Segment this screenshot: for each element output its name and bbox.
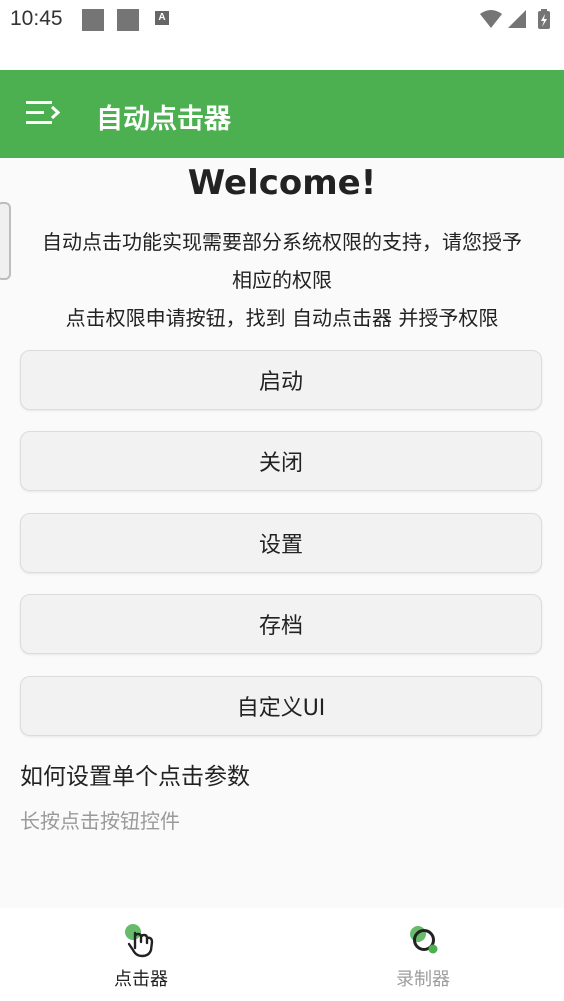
- recorder-icon: [410, 926, 438, 954]
- settings-button[interactable]: 设置: [20, 513, 542, 573]
- notification-square-icon: [117, 9, 139, 31]
- description-line: 点击权限申请按钮，找到 自动点击器 并授予权限: [65, 306, 499, 330]
- custom-ui-button[interactable]: 自定义UI: [20, 676, 542, 736]
- status-time: 10:45: [10, 7, 63, 30]
- tap-hand-icon: [125, 924, 154, 958]
- notification-square-icon: [82, 9, 104, 31]
- wifi-icon: [480, 10, 502, 28]
- nav-label-clicker: 点击器: [114, 969, 168, 990]
- description-line: 相应的权限: [232, 268, 332, 292]
- nav-item-clicker[interactable]: 点击器: [0, 908, 282, 1001]
- notification-a-icon: A: [155, 11, 169, 25]
- app-title: 自动点击器: [96, 104, 231, 135]
- app-bar: 自动点击器: [0, 70, 564, 158]
- nav-label-recorder: 录制器: [396, 969, 450, 990]
- battery-icon: [538, 9, 550, 29]
- status-icons: [480, 9, 550, 29]
- close-button[interactable]: 关闭: [20, 431, 542, 491]
- status-bar: 10:45 A: [0, 0, 564, 70]
- nav-item-recorder[interactable]: 录制器: [282, 908, 564, 1001]
- signal-icon: [508, 10, 526, 28]
- help-title: 如何设置单个点击参数: [20, 764, 250, 790]
- welcome-heading: Welcome!: [187, 163, 377, 203]
- menu-icon[interactable]: [26, 98, 60, 128]
- start-button[interactable]: 启动: [20, 350, 542, 410]
- archive-button[interactable]: 存档: [20, 594, 542, 654]
- bottom-navigation: 点击器 录制器: [0, 908, 564, 1001]
- description-line: 自动点击功能实现需要部分系统权限的支持，请您授予: [42, 230, 522, 254]
- help-description: 长按点击按钮控件: [20, 809, 180, 833]
